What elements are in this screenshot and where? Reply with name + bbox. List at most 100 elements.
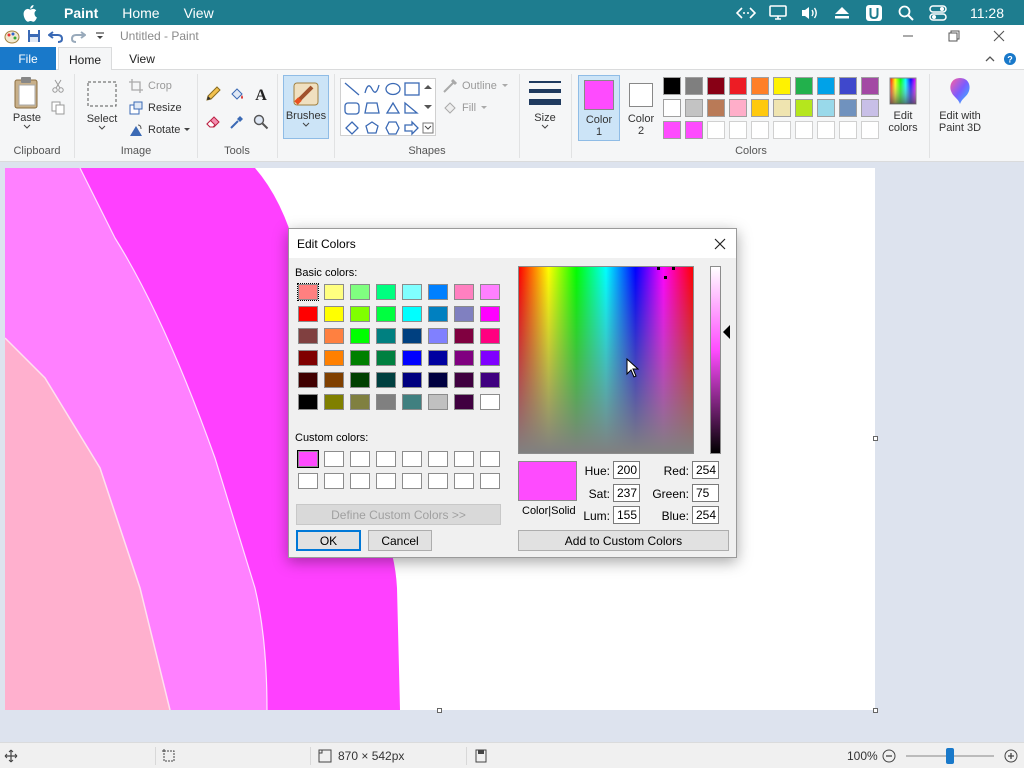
crop-button[interactable]: Crop	[128, 78, 172, 94]
basic-color-swatch[interactable]	[454, 394, 474, 410]
tab-home[interactable]: Home	[58, 47, 112, 71]
palette-swatch[interactable]	[795, 77, 813, 95]
basic-color-swatch[interactable]	[480, 394, 500, 410]
code-brackets-icon[interactable]	[735, 4, 757, 22]
eraser-tool[interactable]	[205, 114, 225, 130]
color-picker-tool[interactable]	[229, 114, 249, 130]
color2-button[interactable]: Color 2	[622, 75, 660, 141]
palette-swatch[interactable]	[861, 99, 879, 117]
dialog-close-button[interactable]	[710, 234, 730, 254]
palette-swatch[interactable]	[817, 99, 835, 117]
blue-field[interactable]: 254	[692, 506, 719, 524]
undo-icon[interactable]	[46, 27, 66, 45]
basic-color-swatch[interactable]	[428, 350, 448, 366]
resize-handle-corner[interactable]	[873, 708, 878, 713]
palette-swatch[interactable]	[707, 121, 725, 139]
maximize-button[interactable]	[931, 25, 977, 47]
basic-color-swatch[interactable]	[454, 306, 474, 322]
basic-color-swatch[interactable]	[454, 284, 474, 300]
palette-swatch[interactable]	[817, 77, 835, 95]
resize-button[interactable]: Resize	[128, 100, 182, 116]
sat-field[interactable]: 237	[613, 484, 640, 502]
palette-swatch[interactable]	[795, 99, 813, 117]
palette-swatch[interactable]	[729, 77, 747, 95]
custom-color-swatch[interactable]	[350, 473, 370, 489]
basic-color-swatch[interactable]	[454, 350, 474, 366]
palette-swatch[interactable]	[751, 99, 769, 117]
basic-color-swatch[interactable]	[324, 284, 344, 300]
zoom-out-button[interactable]	[882, 743, 896, 768]
help-icon[interactable]: ?	[1002, 51, 1018, 67]
magnifier-tool[interactable]	[253, 114, 273, 130]
basic-color-swatch[interactable]	[324, 372, 344, 388]
resize-handle-bottom[interactable]	[437, 708, 442, 713]
custom-color-swatch[interactable]	[376, 473, 396, 489]
color-spectrum[interactable]	[518, 266, 694, 454]
cancel-button[interactable]: Cancel	[368, 530, 432, 551]
basic-color-swatch[interactable]	[324, 306, 344, 322]
basic-color-swatch[interactable]	[480, 328, 500, 344]
zoom-slider-thumb[interactable]	[946, 748, 954, 764]
palette-swatch[interactable]	[707, 77, 725, 95]
brushes-button[interactable]: Brushes	[283, 75, 329, 139]
basic-color-swatch[interactable]	[298, 372, 318, 388]
custom-color-swatch[interactable]	[350, 451, 370, 467]
palette-swatch[interactable]	[751, 77, 769, 95]
palette-swatch[interactable]	[773, 77, 791, 95]
palette-swatch[interactable]	[685, 121, 703, 139]
basic-color-swatch[interactable]	[298, 350, 318, 366]
basic-color-swatch[interactable]	[350, 394, 370, 410]
control-center-icon[interactable]	[927, 4, 949, 22]
basic-color-swatch[interactable]	[480, 306, 500, 322]
basic-color-swatch[interactable]	[376, 394, 396, 410]
palette-swatch[interactable]	[773, 121, 791, 139]
basic-color-swatch[interactable]	[298, 328, 318, 344]
custom-color-swatch[interactable]	[402, 451, 422, 467]
menubar-item-view[interactable]: View	[184, 5, 214, 21]
custom-color-swatch[interactable]	[298, 473, 318, 489]
select-button[interactable]: Select	[84, 80, 120, 131]
palette-swatch[interactable]	[773, 99, 791, 117]
display-icon[interactable]	[767, 4, 789, 22]
luminance-arrow-icon[interactable]	[722, 325, 730, 339]
custom-color-swatch[interactable]	[428, 473, 448, 489]
basic-color-swatch[interactable]	[428, 328, 448, 344]
basic-color-swatch[interactable]	[402, 306, 422, 322]
menubar-item-home[interactable]: Home	[122, 5, 159, 21]
tab-view[interactable]: View	[115, 47, 169, 71]
basic-color-swatch[interactable]	[428, 284, 448, 300]
palette-swatch[interactable]	[729, 121, 747, 139]
basic-color-swatch[interactable]	[297, 283, 319, 301]
zoom-in-button[interactable]	[1004, 743, 1018, 768]
minimize-button[interactable]	[885, 25, 931, 47]
basic-color-swatch[interactable]	[402, 350, 422, 366]
palette-swatch[interactable]	[707, 99, 725, 117]
edit-colors-button[interactable]: Edit colors	[882, 76, 924, 134]
lum-field[interactable]: 155	[613, 506, 640, 524]
basic-color-swatch[interactable]	[402, 284, 422, 300]
palette-swatch[interactable]	[663, 77, 681, 95]
basic-color-swatch[interactable]	[376, 328, 396, 344]
size-button[interactable]: Size	[527, 78, 563, 130]
tab-file[interactable]: File	[0, 47, 56, 70]
palette-swatch[interactable]	[751, 121, 769, 139]
basic-color-swatch[interactable]	[402, 328, 422, 344]
redo-icon[interactable]	[68, 27, 88, 45]
u-app-icon[interactable]	[863, 4, 885, 22]
palette-swatch[interactable]	[861, 77, 879, 95]
custom-color-swatch[interactable]	[454, 473, 474, 489]
cut-button[interactable]	[50, 78, 70, 94]
basic-color-swatch[interactable]	[350, 306, 370, 322]
paste-button[interactable]: Paste	[8, 76, 46, 130]
basic-color-swatch[interactable]	[454, 328, 474, 344]
palette-swatch[interactable]	[817, 121, 835, 139]
apple-icon[interactable]	[20, 2, 42, 24]
basic-color-swatch[interactable]	[428, 394, 448, 410]
rotate-button[interactable]: Rotate	[128, 122, 191, 138]
basic-color-swatch[interactable]	[298, 306, 318, 322]
fill-tool[interactable]	[229, 86, 249, 102]
text-tool[interactable]: A	[253, 86, 273, 102]
basic-color-swatch[interactable]	[428, 372, 448, 388]
palette-swatch[interactable]	[663, 99, 681, 117]
palette-swatch[interactable]	[685, 77, 703, 95]
